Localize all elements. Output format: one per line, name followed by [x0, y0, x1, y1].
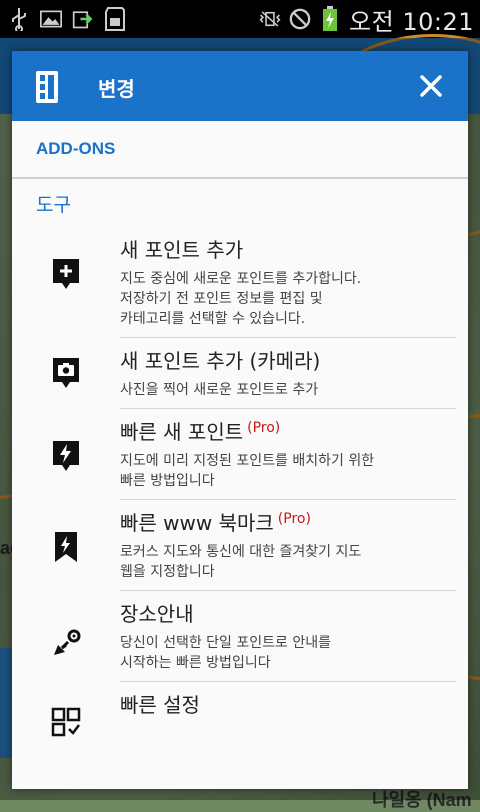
image-icon [40, 8, 62, 30]
list-item[interactable]: 빠른 설정 [51, 682, 456, 737]
vibrate-icon [259, 8, 281, 30]
changes-dialog: 변경 ADD-ONS 도구 새 포인트 추가지도 중심에 새로운 포인트를 추가… [12, 51, 468, 789]
list-item[interactable]: 빠른 새 포인트 (Pro) 지도에 미리 지정된 포인트를 배치하기 위한 빠른 … [53, 409, 456, 500]
dialog-title: 변경 [98, 77, 135, 101]
item-title-row: 빠른 새 포인트 (Pro) [120, 409, 456, 445]
list-item[interactable]: 장소안내당신이 선택한 단일 포인트로 안내를 시작하는 빠른 방법입니다 [54, 591, 456, 682]
status-bar: 오전 10:21 [0, 0, 480, 38]
item-description: 지도 중심에 새로운 포인트를 추가합니다. 저장하기 전 포인트 정보를 편집… [120, 271, 362, 327]
add-point-icon [50, 257, 82, 293]
battery-charging-icon [319, 6, 341, 31]
item-title-row: 빠른 www 북마크 (Pro) [120, 500, 456, 536]
camera-point-icon [50, 356, 82, 392]
item-title: 빠른 새 포인트 [120, 420, 244, 444]
item-title: 새 포인트 추가 (카메라) [120, 349, 321, 373]
list-item[interactable]: 새 포인트 추가지도 중심에 새로운 포인트를 추가합니다. 저장하기 전 포인… [53, 227, 456, 338]
dialog-header: 변경 [12, 51, 468, 121]
item-description: 로커스 지도와 통신에 대한 즐겨찾기 지도 웹을 지정합니다 [120, 544, 362, 580]
item-title: 빠른 설정 [120, 693, 200, 717]
no-signal-icon [289, 8, 311, 30]
status-time: 오전 10:21 [349, 7, 474, 36]
guidance-icon [50, 625, 82, 661]
addons-label: ADD-ONS [36, 139, 116, 158]
item-description: 사진을 찍어 새로운 포인트로 추가 [120, 382, 319, 398]
item-title-row: 새 포인트 추가 (카메라) [120, 338, 456, 374]
item-description: 당신이 선택한 단일 포인트로 안내를 시작하는 빠른 방법입니다 [120, 635, 331, 671]
addons-tab[interactable]: ADD-ONS [12, 121, 468, 179]
close-icon[interactable] [416, 71, 446, 101]
item-title: 빠른 www 북마크 [120, 511, 274, 535]
list-item[interactable]: 빠른 www 북마크 (Pro) 로커스 지도와 통신에 대한 즐겨찾기 지도 웹을… [55, 500, 456, 591]
item-title: 새 포인트 추가 [120, 238, 244, 262]
quick-settings-icon [50, 706, 82, 742]
pro-badge: (Pro) [247, 420, 281, 436]
usb-icon [8, 8, 30, 31]
section-label: 도구 [36, 193, 71, 216]
sd-card-icon [104, 7, 126, 31]
item-title-row: 새 포인트 추가 [120, 227, 456, 263]
quick-bookmark-icon [50, 530, 82, 566]
quick-point-icon [50, 439, 82, 475]
item-title: 장소안내 [120, 602, 194, 626]
app-logo-icon [36, 71, 58, 103]
item-title-row: 장소안내 [120, 591, 456, 627]
item-title-row: 빠른 설정 [120, 682, 456, 718]
section-header-tools: 도구 [12, 179, 468, 227]
item-description: 지도에 미리 지정된 포인트를 배치하기 위한 빠른 방법입니다 [120, 453, 375, 489]
list-item[interactable]: 새 포인트 추가 (카메라) 사진을 찍어 새로운 포인트로 추가 [53, 338, 456, 409]
pro-badge: (Pro) [277, 511, 311, 527]
download-icon [72, 8, 94, 30]
